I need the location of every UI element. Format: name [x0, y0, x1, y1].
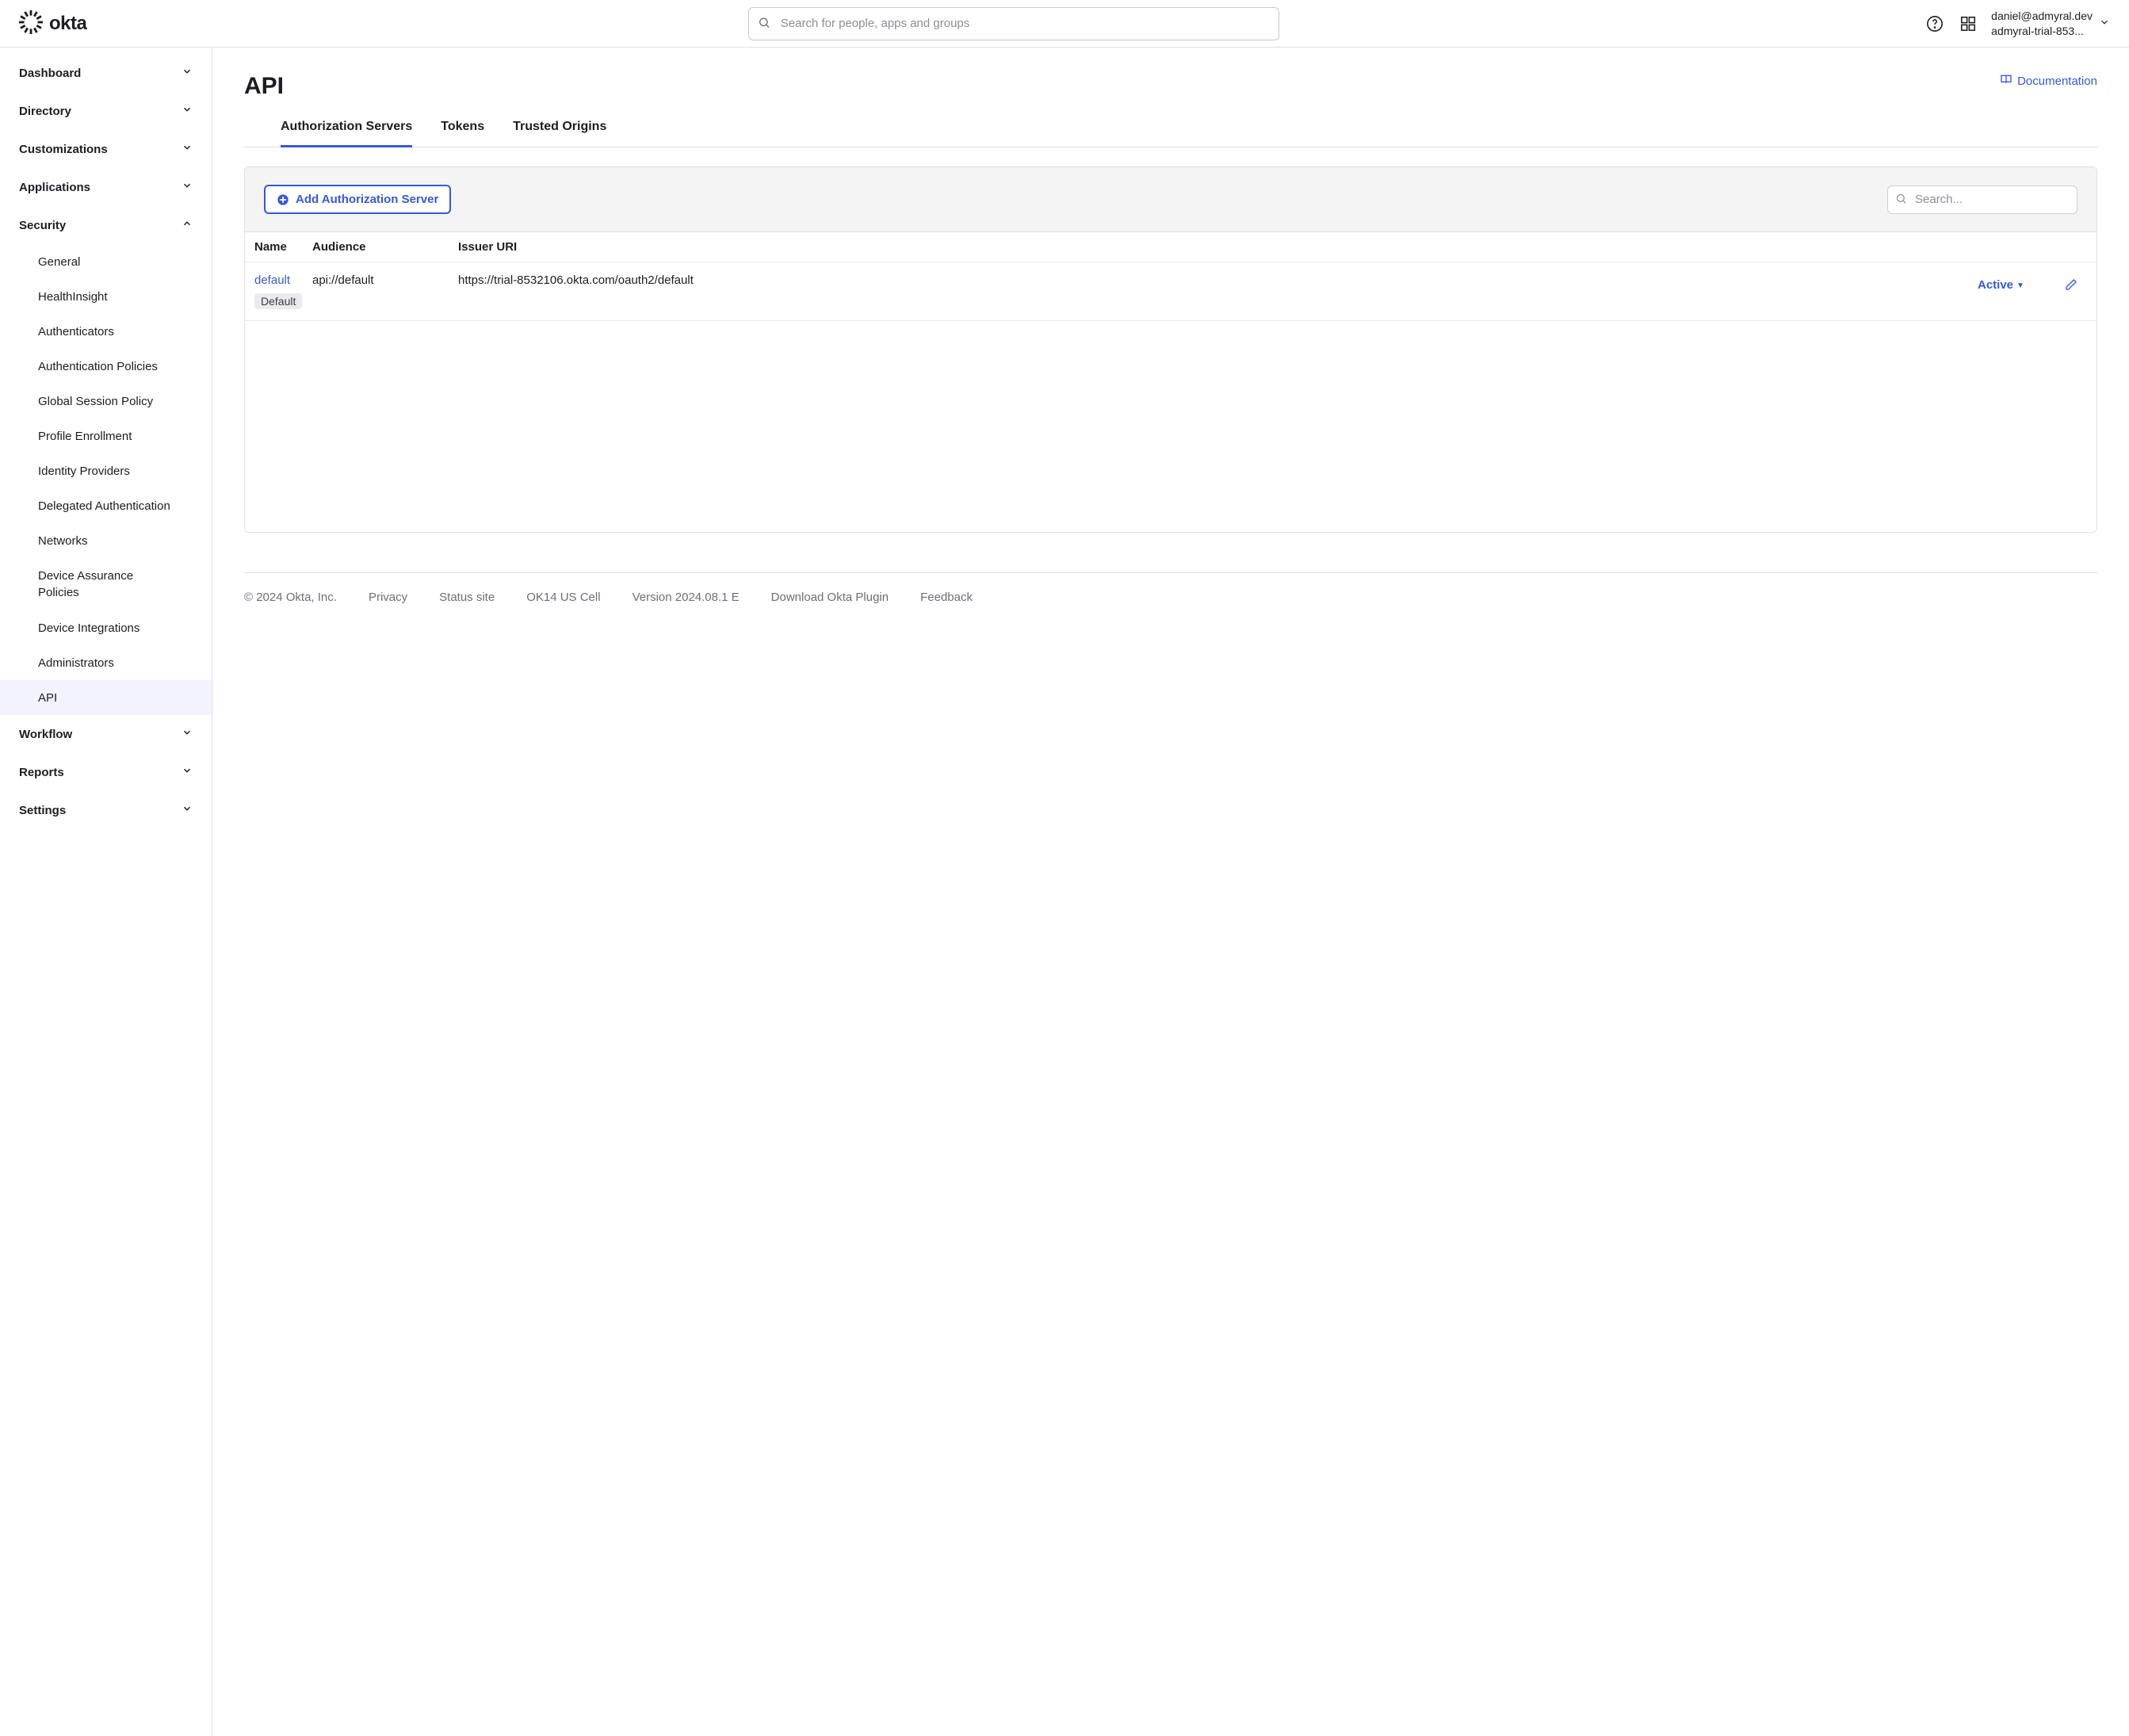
sidebar-item-profile-enrollment[interactable]: Profile Enrollment: [0, 419, 212, 453]
server-name-link[interactable]: default: [254, 273, 290, 287]
page-title: API: [244, 73, 284, 100]
sidebar-item-authenticators[interactable]: Authenticators: [0, 314, 212, 349]
edit-icon[interactable]: [2065, 281, 2077, 293]
sidebar-item-identity-providers[interactable]: Identity Providers: [0, 453, 212, 488]
server-issuer: https://trial-8532106.okta.com/oauth2/de…: [458, 273, 1978, 287]
footer-cell: OK14 US Cell: [526, 591, 600, 604]
sidebar-item-label: Applications: [19, 181, 90, 194]
chevron-down-icon: [182, 142, 193, 156]
tab-authorization-servers[interactable]: Authorization Servers: [281, 120, 412, 147]
book-icon: [2000, 73, 2012, 89]
chevron-up-icon: [182, 218, 193, 232]
sidebar-item-api[interactable]: API: [0, 680, 212, 715]
apps-grid-icon[interactable]: [1958, 13, 1978, 34]
footer: © 2024 Okta, Inc. Privacy Status site OK…: [244, 572, 2097, 636]
okta-logo-icon: [19, 10, 43, 36]
footer-download[interactable]: Download Okta Plugin: [771, 591, 889, 604]
logo[interactable]: okta: [19, 10, 86, 36]
server-status-dropdown[interactable]: Active▼: [1978, 278, 2024, 292]
sidebar-item-label: Settings: [19, 804, 66, 817]
sidebar-item-label: Workflow: [19, 728, 72, 741]
table-search-input[interactable]: [1887, 185, 2077, 214]
sidebar-item-general[interactable]: General: [0, 244, 212, 279]
sidebar-item-label: Customizations: [19, 143, 108, 156]
user-org: admyral-trial-853...: [1991, 24, 2093, 38]
sidebar-item-authentication-policies[interactable]: Authentication Policies: [0, 349, 212, 384]
help-icon[interactable]: [1925, 13, 1945, 34]
sidebar-item-security[interactable]: Security: [0, 206, 212, 244]
documentation-link[interactable]: Documentation: [2000, 73, 2097, 89]
tabs: Authorization Servers Tokens Trusted Ori…: [244, 119, 2097, 147]
default-badge: Default: [254, 293, 302, 309]
table-row: default Default api://default https://tr…: [245, 262, 2097, 321]
plus-circle-icon: [277, 193, 289, 206]
sidebar-item-global-session-policy[interactable]: Global Session Policy: [0, 384, 212, 419]
sidebar-item-label: Dashboard: [19, 67, 81, 80]
sidebar-item-workflow[interactable]: Workflow: [0, 715, 212, 753]
search-input[interactable]: [748, 7, 1279, 40]
chevron-down-icon: [182, 765, 193, 779]
content: API Documentation Authorization Servers …: [212, 48, 2129, 1736]
sidebar-item-settings[interactable]: Settings: [0, 791, 212, 829]
footer-version: Version 2024.08.1 E: [633, 591, 740, 604]
chevron-down-icon: [182, 727, 193, 741]
sidebar-item-label: Security: [19, 219, 66, 232]
sidebar-item-applications[interactable]: Applications: [0, 168, 212, 206]
sidebar-item-device-integrations[interactable]: Device Integrations: [0, 610, 212, 645]
table-search: [1887, 185, 2077, 214]
sidebar-item-label: Reports: [19, 766, 64, 779]
col-audience: Audience: [312, 240, 458, 254]
sidebar: Dashboard Directory Customizations Appli…: [0, 48, 212, 1736]
footer-feedback[interactable]: Feedback: [920, 591, 973, 604]
footer-status[interactable]: Status site: [439, 591, 495, 604]
user-menu[interactable]: daniel@admyral.dev admyral-trial-853...: [1991, 9, 2110, 37]
chevron-down-icon: [182, 66, 193, 80]
col-name: Name: [245, 240, 312, 254]
sidebar-item-reports[interactable]: Reports: [0, 753, 212, 791]
server-audience: api://default: [312, 273, 458, 287]
add-authorization-server-button[interactable]: Add Authorization Server: [264, 185, 451, 214]
sidebar-item-device-assurance-policies[interactable]: Device Assurance Policies: [0, 558, 212, 610]
sidebar-item-networks[interactable]: Networks: [0, 523, 212, 558]
sidebar-item-healthinsight[interactable]: HealthInsight: [0, 279, 212, 314]
search-icon: [1895, 193, 1907, 207]
chevron-down-icon: [182, 803, 193, 817]
sidebar-item-directory[interactable]: Directory: [0, 92, 212, 130]
chevron-down-icon: [2099, 17, 2110, 30]
user-email: daniel@admyral.dev: [1991, 9, 2093, 23]
authorization-servers-panel: Add Authorization Server Name Audience I…: [244, 166, 2097, 533]
sidebar-item-delegated-authentication[interactable]: Delegated Authentication: [0, 488, 212, 523]
table-header: Name Audience Issuer URI: [245, 232, 2097, 262]
tab-trusted-origins[interactable]: Trusted Origins: [513, 120, 606, 147]
chevron-down-icon: [182, 104, 193, 118]
logo-text: okta: [49, 13, 86, 35]
global-search: [748, 7, 1279, 40]
sidebar-item-administrators[interactable]: Administrators: [0, 645, 212, 680]
sidebar-item-label: Directory: [19, 105, 71, 118]
sidebar-item-dashboard[interactable]: Dashboard: [0, 54, 212, 92]
col-issuer: Issuer URI: [458, 240, 1978, 254]
footer-copyright: © 2024 Okta, Inc.: [244, 591, 337, 604]
chevron-down-icon: [182, 180, 193, 194]
header: okta daniel@admyral.dev admyral-trial-85…: [0, 0, 2129, 48]
footer-privacy[interactable]: Privacy: [369, 591, 407, 604]
search-icon: [758, 16, 770, 31]
sidebar-item-customizations[interactable]: Customizations: [0, 130, 212, 168]
caret-down-icon: ▼: [2016, 281, 2024, 290]
tab-tokens[interactable]: Tokens: [441, 120, 484, 147]
